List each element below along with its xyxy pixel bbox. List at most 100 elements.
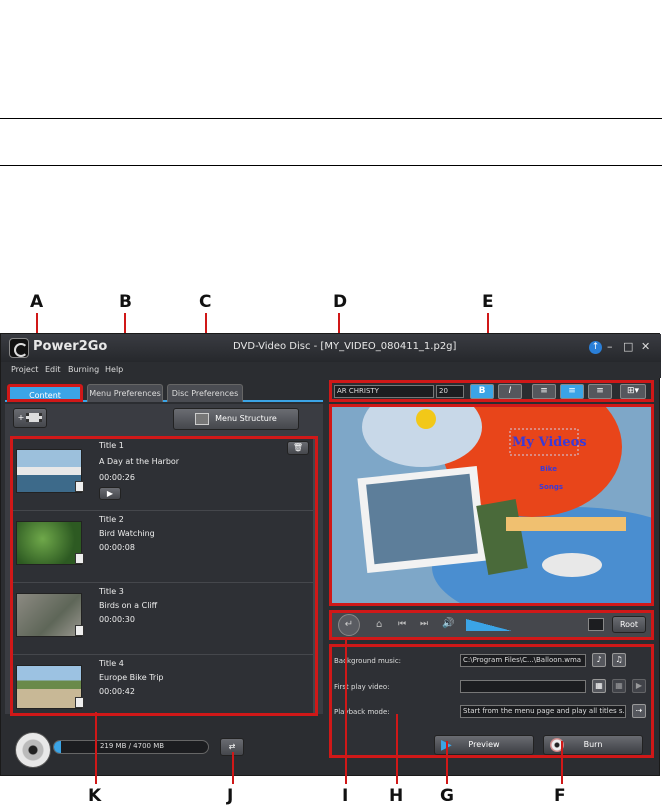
align-left-button[interactable]: ≡ [532,384,556,399]
title-name: A Day at the Harbor [99,457,180,466]
top-rule-1 [0,118,662,119]
title-list-scrollbar[interactable] [313,439,315,713]
home-icon[interactable]: ⌂ [376,619,382,630]
add-first-play-icon[interactable]: ▦ [592,679,606,693]
title-duration: 00:00:08 [99,543,135,552]
remove-first-play-icon[interactable]: ▦ [612,679,626,693]
top-rule-2 [0,165,662,166]
first-play-label: First play video: [334,683,390,691]
burn-label: Burn [583,740,603,749]
font-select[interactable]: AR CHRISTY [334,385,434,398]
menu-bar: Project Edit Burning Help [1,362,661,378]
player-controls: ↵ ⌂ ⏮ ⏭ 🔊 Root [329,610,654,640]
bold-button[interactable]: B [470,384,494,399]
content-panel: + Menu Structure Title 1 A Day at the Ha… [5,404,323,716]
volume-slider[interactable] [466,619,512,631]
playback-settings-icon[interactable]: ⇢ [632,704,646,718]
playback-mode-field[interactable]: Start from the menu page and play all ti… [460,705,626,718]
subtitle-toggle-icon[interactable] [588,618,604,631]
window-title: DVD-Video Disc - [MY_VIDEO_080411_1.p2g] [233,341,457,352]
menu-preview-scene [332,407,651,603]
text-format-toolbar: AR CHRISTY 20 B I ≡ ≡ ≡ ⊞▾ [329,380,654,402]
tab-bar: Content Menu Preferences Disc Preference… [5,382,323,402]
align-right-button[interactable]: ≡ [588,384,612,399]
callout-i: I [342,786,349,806]
menu-edit[interactable]: Edit [45,365,61,374]
background-music-field[interactable]: C:\Program Files\C...\Balloon.wma [460,654,586,667]
enter-button[interactable]: ↵ [338,614,360,636]
film-icon [75,553,84,564]
menu-structure-label: Menu Structure [215,414,277,423]
preview-menu-item-2[interactable]: Songs [539,483,563,491]
menu-help[interactable]: Help [105,365,123,374]
add-music-icon[interactable]: ♪ [592,653,606,667]
callout-j: J [227,786,234,806]
app-window: Power2Go DVD-Video Disc - [MY_VIDEO_0804… [0,333,661,776]
title-list: Title 1 A Day at the Harbor 00:00:26 ▶ 🗑… [10,436,318,716]
menu-project[interactable]: Project [11,365,38,374]
menu-preview[interactable]: My Videos Bike Songs [329,404,654,606]
play-first-play-icon[interactable]: ▶ [632,679,646,693]
title-bar: Power2Go DVD-Video Disc - [MY_VIDEO_0804… [1,334,661,362]
layout-dropdown-button[interactable]: ⊞▾ [620,384,646,399]
preview-label: Preview [468,740,500,749]
pointer-j [232,752,234,784]
playback-mode-label: Playback mode: [334,708,390,716]
title-duration: 00:00:26 [99,473,135,482]
tab-content[interactable]: Content [7,384,83,402]
pointer-h [396,714,398,784]
capacity-meter: 219 MB / 4700 MB [53,740,209,754]
title-name: Bird Watching [99,529,155,538]
film-icon [75,625,84,636]
close-icon[interactable]: ✕ [641,340,650,353]
callout-c: C [199,292,212,312]
preview-button[interactable]: ▶ Preview [434,735,534,755]
title-name: Europe Bike Trip [99,673,164,682]
list-item[interactable]: Title 1 A Day at the Harbor 00:00:26 ▶ 🗑 [13,439,313,511]
title-duration: 00:00:30 [99,615,135,624]
tab-disc-preferences[interactable]: Disc Preferences [167,384,243,402]
thumbnail-birds [16,521,82,565]
previous-icon[interactable]: ⏮ [398,619,406,629]
callout-f: F [554,786,566,806]
italic-button[interactable]: I [498,384,522,399]
film-icon [75,697,84,708]
thumbnail-bike-trip [16,665,82,709]
maximize-icon[interactable]: □ [623,340,633,353]
root-button[interactable]: Root [612,616,646,633]
font-size-select[interactable]: 20 [436,385,464,398]
disc-icon [15,732,51,768]
thumbnail-harbor [16,449,82,493]
title-number: Title 4 [99,659,124,668]
play-button[interactable]: ▶ [99,487,121,500]
list-item[interactable]: Title 2 Bird Watching 00:00:08 [13,511,313,583]
capacity-text: 219 MB / 4700 MB [99,742,165,750]
title-number: Title 3 [99,587,124,596]
add-title-button[interactable]: + [13,408,47,428]
update-icon[interactable]: ↑ [589,341,602,354]
minimize-icon[interactable]: – [607,340,613,353]
power2go-logo-icon [9,338,29,358]
title-name: Birds on a Cliff [99,601,158,610]
first-play-field[interactable] [460,680,586,693]
preview-menu-item-1[interactable]: Bike [540,465,557,473]
tab-menu-preferences[interactable]: Menu Preferences [87,384,163,402]
preview-menu-title[interactable]: My Videos [512,435,587,450]
menu-structure-button[interactable]: Menu Structure [173,408,299,430]
menu-editor-panel: AR CHRISTY 20 B I ≡ ≡ ≡ ⊞▾ My Videos Bik… [329,380,655,758]
pointer-f [561,741,563,784]
callout-a: A [30,292,44,312]
add-title-label: + [17,413,25,422]
next-icon[interactable]: ⏭ [420,619,428,629]
delete-button[interactable]: 🗑 [287,441,309,455]
menu-burning[interactable]: Burning [68,365,99,374]
app-name: Power2Go [33,339,108,354]
film-icon [75,481,84,492]
align-center-button[interactable]: ≡ [560,384,584,399]
list-item[interactable]: Title 4 Europe Bike Trip 00:00:42 [13,655,313,713]
burn-button[interactable]: Burn [543,735,643,755]
volume-icon[interactable]: 🔊 [442,618,454,629]
remove-music-icon[interactable]: ♫ [612,653,626,667]
pointer-g [446,741,448,784]
list-item[interactable]: Title 3 Birds on a Cliff 00:00:30 [13,583,313,655]
